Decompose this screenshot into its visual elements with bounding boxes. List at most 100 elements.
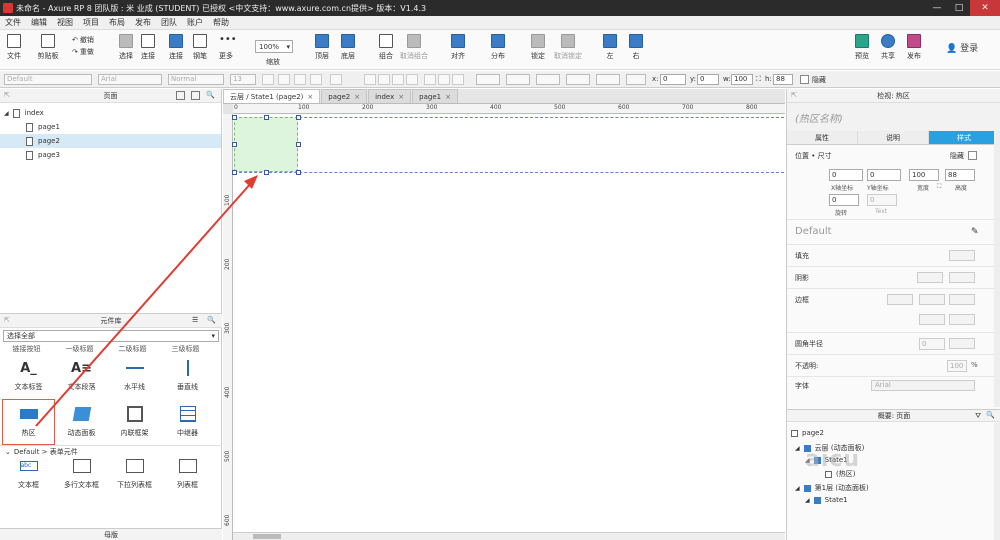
valign-middle-button[interactable] [438, 74, 450, 85]
outline-item-page[interactable]: page2 [791, 429, 824, 437]
search-icon[interactable]: 🔍 [207, 316, 216, 325]
tab-page1[interactable]: page1 × [412, 89, 458, 103]
collapse-triangle-icon[interactable]: ◢ [4, 110, 9, 117]
filter-icon[interactable]: ⛛ [975, 412, 981, 421]
hidden-checkbox[interactable] [800, 75, 809, 84]
rotation-input[interactable]: 0 [829, 194, 859, 206]
widget-link-button[interactable]: 链接按钮 [0, 344, 53, 353]
collapse-triangle-icon[interactable]: ◢ [795, 445, 800, 452]
share-button[interactable]: 共享 [874, 34, 902, 61]
widget-heading1[interactable]: 一级标题 [53, 344, 106, 353]
menu-publish[interactable]: 发布 [130, 17, 156, 28]
page-item-index[interactable]: ◢ index [0, 106, 221, 120]
fill-color-select[interactable] [949, 250, 975, 261]
font-weight-select[interactable]: Normal [168, 74, 224, 85]
widget-hline[interactable]: 水平线 [108, 353, 161, 399]
bullet-list-button[interactable] [330, 74, 342, 85]
border-style-select[interactable] [566, 74, 590, 85]
left-button[interactable]: 左 [596, 34, 624, 61]
file-button[interactable]: 文件 [0, 34, 28, 61]
style-select[interactable]: Default [4, 74, 92, 85]
widget-vline[interactable]: 垂直线 [161, 353, 214, 399]
border-style-select[interactable] [949, 294, 975, 305]
width-input[interactable]: 100 [909, 169, 939, 181]
menu-arrange[interactable]: 布局 [104, 17, 130, 28]
font-family-select[interactable]: Arial [871, 380, 975, 391]
tab-notes[interactable]: 说明 [858, 131, 929, 144]
inner-shadow-select[interactable] [949, 272, 975, 283]
top-layer-button[interactable]: 顶层 [308, 34, 336, 61]
edit-style-icon[interactable]: ✎ [971, 227, 979, 237]
font-select[interactable]: Arial [98, 74, 162, 85]
publish-button[interactable]: 发布 [900, 34, 928, 61]
search-icon[interactable]: 🔍 [206, 91, 215, 100]
page-item-page3[interactable]: page3 [0, 148, 221, 162]
tab-state1[interactable]: 云层 / State1 (page2) × [223, 89, 321, 103]
outer-shadow-select[interactable] [917, 272, 943, 283]
border-width-select[interactable] [536, 74, 560, 85]
x-input[interactable]: 0 [829, 169, 863, 181]
text-color-button[interactable] [262, 74, 274, 85]
horizontal-scrollbar[interactable] [233, 532, 785, 540]
menu-project[interactable]: 项目 [78, 17, 104, 28]
menu-file[interactable]: 文件 [0, 17, 26, 28]
resize-handle[interactable] [296, 142, 301, 147]
align-justify-button[interactable] [406, 74, 418, 85]
widget-paragraph[interactable]: A≡ 文本段落 [55, 353, 108, 399]
hidden-checkbox[interactable] [968, 151, 977, 160]
distribute-button[interactable]: 分布 [484, 34, 512, 61]
widget-repeater[interactable]: 中继器 [161, 399, 214, 445]
clipboard-button[interactable]: 剪贴板 [34, 34, 62, 61]
x-input[interactable]: 0 [660, 74, 686, 85]
valign-top-button[interactable] [424, 74, 436, 85]
bold-button[interactable] [278, 74, 290, 85]
close-button[interactable]: ✕ [970, 0, 1000, 16]
widget-label[interactable]: A_ 文本标签 [2, 353, 55, 399]
opacity-input[interactable]: 100 [947, 360, 967, 372]
preview-button[interactable]: 预览 [848, 34, 876, 61]
underline-button[interactable] [310, 74, 322, 85]
unlock-button[interactable]: 取消锁定 [554, 34, 582, 61]
font-size-select[interactable]: 13 [230, 74, 256, 85]
library-select[interactable]: 选择全部 ▾ [3, 330, 219, 342]
outline-item-dynamic-panel-2[interactable]: ◢ 第1层 (动态面板) [795, 483, 869, 493]
arrow-style-select[interactable] [949, 314, 975, 325]
border-color-select[interactable] [887, 294, 913, 305]
border-width-select[interactable] [919, 294, 945, 305]
resize-handle[interactable] [232, 142, 237, 147]
minimize-button[interactable]: — [926, 0, 948, 16]
widget-dropdown[interactable]: 下拉列表框 [108, 457, 161, 491]
outline-item-state-2[interactable]: ◢ State1 [805, 496, 848, 504]
close-tab-icon[interactable]: × [354, 93, 360, 101]
page-item-page1[interactable]: page1 [0, 120, 221, 134]
login-button[interactable]: 👤 登录 [946, 41, 978, 54]
border-visibility-select[interactable] [919, 314, 945, 325]
fill-color-select[interactable] [476, 74, 500, 85]
menu-edit[interactable]: 编辑 [26, 17, 52, 28]
widget-textbox[interactable]: abc 文本框 [2, 457, 55, 491]
valign-bottom-button[interactable] [452, 74, 464, 85]
widget-inline-frame[interactable]: 内联框架 [108, 399, 161, 445]
widget-style-select[interactable]: Default [795, 226, 832, 237]
widget-hotspot[interactable]: 热区 [2, 399, 55, 445]
menu-help[interactable]: 帮助 [208, 17, 234, 28]
resize-handle[interactable] [232, 115, 237, 120]
corner-select[interactable] [949, 338, 975, 349]
widget-dynamic-panel[interactable]: 动态面板 [55, 399, 108, 445]
lock-ratio-icon[interactable]: ⛶ [756, 75, 761, 84]
border-color-select[interactable] [506, 74, 530, 85]
align-button[interactable]: 对齐 [444, 34, 472, 61]
tab-page2[interactable]: page2 × [321, 89, 368, 103]
h-input[interactable]: 88 [773, 74, 793, 85]
resize-handle[interactable] [232, 170, 237, 175]
bottom-layer-button[interactable]: 底层 [334, 34, 362, 61]
close-tab-icon[interactable]: × [307, 93, 313, 101]
align-left-button[interactable] [364, 74, 376, 85]
library-subsection-forms[interactable]: ⌄ Default > 表单元件 [0, 445, 222, 457]
lock-button[interactable]: 锁定 [524, 34, 552, 61]
y-input[interactable]: 0 [867, 169, 901, 181]
resize-handle[interactable] [264, 170, 269, 175]
widget-textarea[interactable]: 多行文本框 [55, 457, 108, 491]
redo-button[interactable]: ↷ 重做 [72, 47, 94, 57]
outline-scrollbar[interactable] [994, 423, 1000, 540]
